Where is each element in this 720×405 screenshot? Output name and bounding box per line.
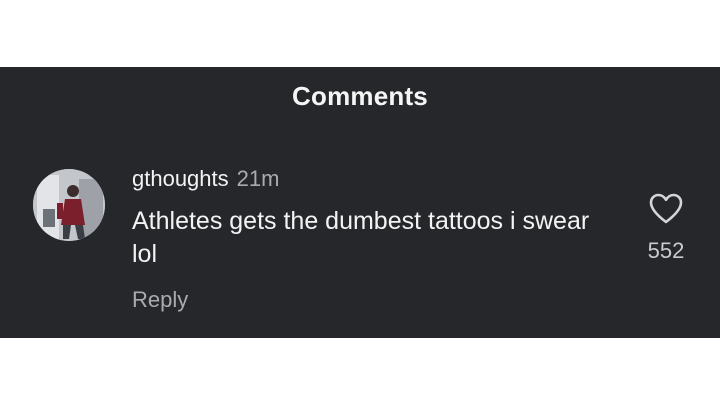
reply-button[interactable]: Reply [132,286,188,314]
avatar-image [33,169,105,241]
comment-text: Athletes gets the dumbest tattoos i swea… [132,207,590,268]
comment-meta: gthoughts 21m [132,165,622,193]
like-count: 552 [647,238,685,263]
avatar[interactable] [33,169,105,241]
comments-panel: Comments gthoughts 21m Athletes gets the … [0,67,720,338]
like-area: 552 [636,193,696,264]
username[interactable]: gthoughts [132,166,229,191]
page-title: Comments [292,81,428,111]
timestamp: 21m [236,166,280,191]
heart-outline-icon[interactable] [649,193,683,225]
comment-body: gthoughts 21m Athletes gets the dumbest t… [132,165,622,271]
